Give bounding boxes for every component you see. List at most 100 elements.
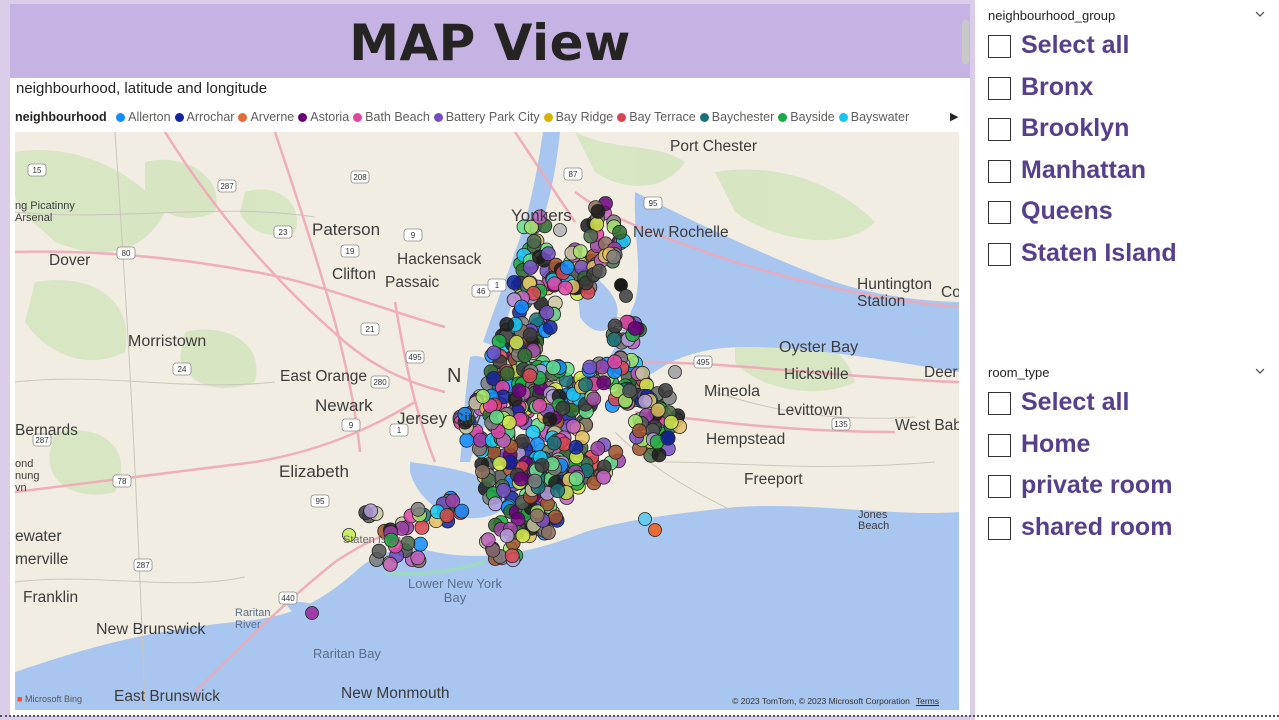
map-data-point[interactable] bbox=[515, 528, 531, 544]
map-data-point[interactable] bbox=[499, 365, 515, 381]
legend-item[interactable]: Battery Park City bbox=[433, 110, 540, 124]
map-data-point[interactable] bbox=[606, 332, 622, 348]
map-data-point[interactable] bbox=[412, 536, 428, 552]
chevron-down-icon[interactable] bbox=[1255, 366, 1265, 376]
map-data-point[interactable] bbox=[487, 496, 503, 512]
map-data-point[interactable] bbox=[546, 360, 561, 376]
map-data-point[interactable] bbox=[608, 444, 624, 460]
triangle-right-icon[interactable]: ▶ bbox=[950, 110, 958, 123]
map-data-point[interactable] bbox=[607, 354, 623, 370]
map-data-point[interactable] bbox=[542, 411, 558, 427]
legend-item[interactable]: Allerton bbox=[116, 110, 171, 124]
map-data-point[interactable] bbox=[619, 289, 633, 303]
map-data-point[interactable] bbox=[526, 234, 542, 249]
map-data-point[interactable] bbox=[596, 469, 611, 485]
map-data-point[interactable] bbox=[660, 430, 676, 446]
map-data-point[interactable] bbox=[566, 418, 581, 434]
map-data-point[interactable] bbox=[572, 244, 588, 259]
map-data-point[interactable] bbox=[496, 482, 511, 498]
map-data-point[interactable] bbox=[523, 260, 538, 275]
map-data-point[interactable] bbox=[637, 393, 653, 409]
map-data-point[interactable] bbox=[668, 365, 682, 379]
map-data-point[interactable] bbox=[511, 383, 527, 399]
map-data-point[interactable] bbox=[414, 519, 430, 535]
map-data-point[interactable] bbox=[622, 383, 638, 399]
map-data-point[interactable] bbox=[650, 402, 666, 418]
legend-item[interactable]: Bay Terrace bbox=[617, 110, 696, 124]
map-data-point[interactable] bbox=[529, 508, 545, 524]
map-data-point[interactable] bbox=[651, 447, 667, 463]
map-data-point[interactable] bbox=[439, 508, 455, 524]
map-data-point[interactable] bbox=[492, 456, 508, 472]
map-data-point[interactable] bbox=[506, 275, 522, 290]
map-data-point[interactable] bbox=[486, 345, 502, 361]
map-data-point[interactable] bbox=[555, 400, 571, 416]
legend-item[interactable]: Bayside bbox=[778, 110, 835, 124]
map-data-point[interactable] bbox=[363, 503, 379, 519]
map-data-point[interactable] bbox=[586, 391, 602, 407]
map-visual[interactable]: MAP View neighbourhood, latitude and lon… bbox=[10, 4, 970, 716]
checkbox[interactable] bbox=[988, 35, 1011, 58]
checkbox[interactable] bbox=[988, 433, 1011, 457]
map-data-point[interactable] bbox=[514, 299, 530, 315]
map-data-point[interactable] bbox=[582, 359, 598, 375]
map-data-point[interactable] bbox=[607, 318, 623, 334]
map-data-point[interactable] bbox=[578, 377, 593, 393]
map-data-point[interactable] bbox=[568, 471, 584, 487]
map-data-point[interactable] bbox=[501, 414, 517, 430]
map-data-point[interactable] bbox=[382, 556, 398, 572]
map-data-point[interactable] bbox=[499, 528, 515, 544]
map-data-point[interactable] bbox=[539, 305, 555, 321]
map-data-point[interactable] bbox=[517, 347, 533, 363]
map-data-point[interactable] bbox=[371, 543, 387, 559]
checkbox[interactable] bbox=[988, 201, 1011, 225]
map-data-point[interactable] bbox=[499, 316, 515, 332]
checkbox[interactable] bbox=[988, 118, 1011, 142]
map-data-point[interactable] bbox=[648, 523, 662, 537]
map-data-point[interactable] bbox=[410, 501, 426, 517]
legend-item[interactable]: Bath Beach bbox=[353, 110, 430, 124]
map-data-point[interactable] bbox=[541, 525, 556, 540]
map-data-point[interactable] bbox=[558, 280, 573, 296]
map-data-point[interactable] bbox=[612, 224, 627, 240]
map-data-point[interactable] bbox=[550, 483, 566, 499]
map-data-point[interactable] bbox=[590, 441, 606, 456]
map-data-point[interactable] bbox=[534, 457, 550, 473]
map-data-point[interactable] bbox=[542, 320, 558, 335]
map-data-point[interactable] bbox=[632, 423, 647, 439]
map-data-point[interactable] bbox=[591, 263, 607, 279]
checkbox[interactable] bbox=[988, 243, 1011, 266]
map-data-point[interactable] bbox=[522, 327, 538, 343]
map-data-point[interactable] bbox=[590, 204, 606, 219]
legend-item[interactable]: Arverne bbox=[238, 110, 294, 124]
map-canvas[interactable]: 1528720887952319809461214952954952428078… bbox=[15, 132, 959, 710]
legend-item[interactable]: Bay Ridge bbox=[543, 110, 613, 124]
map-data-point[interactable] bbox=[596, 375, 612, 391]
checkbox[interactable] bbox=[988, 392, 1011, 415]
checkbox[interactable] bbox=[988, 516, 1011, 540]
map-data-point[interactable] bbox=[532, 397, 547, 413]
map-data-point[interactable] bbox=[305, 606, 319, 620]
checkbox[interactable] bbox=[988, 475, 1011, 499]
map-data-point[interactable] bbox=[594, 359, 610, 375]
map-data-point[interactable] bbox=[410, 550, 426, 566]
map-data-point[interactable] bbox=[663, 414, 679, 430]
terms-link[interactable]: Terms bbox=[916, 696, 939, 706]
map-data-point[interactable] bbox=[559, 259, 575, 275]
map-data-point[interactable] bbox=[546, 435, 562, 451]
map-data-point[interactable] bbox=[509, 335, 524, 350]
map-data-point[interactable] bbox=[606, 249, 622, 265]
map-data-point[interactable] bbox=[627, 320, 643, 336]
checkbox[interactable] bbox=[988, 159, 1011, 183]
map-data-point[interactable] bbox=[475, 389, 491, 404]
map-data-point[interactable] bbox=[638, 512, 652, 526]
legend-item[interactable]: Bayswater bbox=[838, 110, 909, 124]
map-data-point[interactable] bbox=[527, 473, 543, 489]
map-data-point[interactable] bbox=[513, 471, 529, 487]
map-data-point[interactable] bbox=[504, 548, 520, 564]
chevron-down-icon[interactable] bbox=[1255, 9, 1265, 19]
map-data-point[interactable] bbox=[459, 432, 475, 448]
map-data-point[interactable] bbox=[445, 493, 461, 509]
map-data-point[interactable] bbox=[548, 509, 563, 525]
legend-item[interactable]: Baychester bbox=[699, 110, 774, 124]
